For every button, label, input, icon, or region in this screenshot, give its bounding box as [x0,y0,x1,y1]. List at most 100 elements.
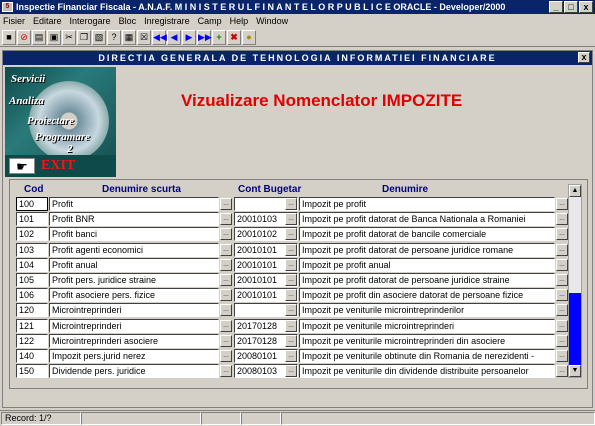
list-of-values-button[interactable]: … [556,365,568,378]
menu-bloc[interactable]: Bloc [119,16,137,26]
cod-field[interactable]: 103 [16,242,48,257]
denumire-field[interactable]: Impozit pe veniturile obtinute din Roman… [299,349,555,363]
list-of-values-button[interactable]: … [556,350,568,362]
denumire-scurta-field[interactable]: Dividende pers. juridice [49,364,219,379]
list-of-values-button[interactable]: … [285,334,297,347]
denumire-field[interactable]: Impozit pe veniturile microintreprinderi… [299,333,555,348]
menu-camp[interactable]: Camp [198,16,222,26]
menu-interogare[interactable]: Interogare [70,16,111,26]
denumire-field[interactable]: Impozit pe veniturile microintreprinderi… [299,303,555,318]
denumire-scurta-field[interactable]: Profit BNR [49,212,219,227]
list-of-values-button[interactable]: … [220,213,232,226]
list-of-values-button[interactable]: … [220,304,232,317]
insert-record-icon[interactable]: + [212,30,226,45]
save-icon[interactable]: ■ [2,30,16,45]
list-of-values-button[interactable]: … [556,198,568,210]
scroll-up-arrow-icon[interactable]: ▲ [569,185,581,197]
list-of-values-button[interactable]: … [285,274,297,286]
next-record-icon[interactable]: ▶ [182,30,196,45]
list-of-values-button[interactable]: … [220,350,232,362]
scroll-thumb[interactable] [569,293,581,365]
menu-help[interactable]: Help [230,16,249,26]
denumire-field[interactable]: Impozit pe veniturile din dividende dist… [299,364,555,379]
list-of-values-button[interactable]: … [285,228,297,241]
list-of-values-button[interactable]: … [285,350,297,362]
denumire-scurta-field[interactable]: Impozit pers.jurid nerez [49,349,219,363]
list-of-values-button[interactable]: … [220,319,232,332]
menu-editare[interactable]: Editare [33,16,62,26]
cod-field[interactable]: 105 [16,273,48,287]
list-of-values-button[interactable]: … [285,304,297,317]
denumire-field[interactable]: Impozit pe profit anual [299,257,555,272]
cod-field[interactable]: 106 [16,288,48,303]
list-of-values-button[interactable]: … [220,228,232,241]
list-of-values-button[interactable]: … [556,228,568,241]
denumire-scurta-field[interactable]: Microintreprinderi asociere [49,333,219,348]
list-of-values-button[interactable]: … [220,365,232,378]
cod-field[interactable]: 122 [16,333,48,348]
denumire-scurta-field[interactable]: Profit asociere pers. fizice [49,288,219,303]
paste-icon[interactable]: ▧ [92,30,106,45]
list-of-values-button[interactable]: … [556,243,568,256]
last-record-icon[interactable]: ▶▶ [197,30,212,45]
list-of-values-button[interactable]: … [556,334,568,347]
denumire-field[interactable]: Impozit pe profit datorat de persoane ju… [299,273,555,287]
cancel-query-icon[interactable]: ☒ [137,30,151,45]
list-of-values-button[interactable]: … [556,289,568,302]
print-icon[interactable]: ▤ [32,30,46,45]
scroll-down-arrow-icon[interactable]: ▼ [569,365,581,377]
denumire-field[interactable]: Impozit pe profit [299,197,555,211]
cod-field[interactable]: 150 [16,364,48,379]
list-of-values-button[interactable]: … [556,258,568,271]
list-of-values-button[interactable]: … [220,274,232,286]
menu-window[interactable]: Window [256,16,288,26]
list-of-values-button[interactable]: … [220,243,232,256]
close-button[interactable]: x [579,1,593,13]
denumire-field[interactable]: Impozit pe veniturile microintreprinderi [299,318,555,333]
list-of-values-button[interactable]: … [220,198,232,210]
denumire-scurta-field[interactable]: Microintreprinderi [49,318,219,333]
cut-icon[interactable]: ✂ [62,30,76,45]
cod-field[interactable]: 120 [16,303,48,318]
list-of-values-button[interactable]: … [556,319,568,332]
menu-fisier[interactable]: Fisier [3,16,25,26]
cod-field[interactable]: 102 [16,227,48,242]
execute-query-icon[interactable]: ▦ [122,30,136,45]
cod-field[interactable]: 104 [16,257,48,272]
query-icon[interactable]: ? [107,30,121,45]
previous-record-icon[interactable]: ◀ [167,30,181,45]
cod-field[interactable]: 101 [16,212,48,227]
list-of-values-button[interactable]: … [220,289,232,302]
denumire-scurta-field[interactable]: Profit banci [49,227,219,242]
list-of-values-button[interactable]: … [220,334,232,347]
list-of-values-button[interactable]: … [556,304,568,317]
list-of-values-button[interactable]: … [285,319,297,332]
stop-icon[interactable]: ⊘ [17,30,31,45]
denumire-scurta-field[interactable]: Profit [49,197,219,211]
denumire-scurta-field[interactable]: Microintreprinderi [49,303,219,318]
list-of-values-button[interactable]: … [285,243,297,256]
denumire-field[interactable]: Impozit pe profit datorat de bancile com… [299,227,555,242]
cod-field[interactable]: 140 [16,349,48,363]
form-close-button[interactable]: x [578,52,590,63]
cod-field[interactable]: 100 [16,197,48,211]
list-of-values-button[interactable]: … [556,274,568,286]
vertical-scrollbar[interactable]: ▲ ▼ [568,184,582,378]
list-of-values-button[interactable]: … [285,258,297,271]
list-of-values-button[interactable]: … [220,258,232,271]
menu-inregistrare[interactable]: Inregistrare [144,16,190,26]
denumire-field[interactable]: Impozit pe profit datorat de Banca Natio… [299,212,555,227]
print-preview-icon[interactable]: ▣ [47,30,61,45]
denumire-scurta-field[interactable]: Profit agenti economici [49,242,219,257]
list-of-values-button[interactable]: … [285,213,297,226]
maximize-button[interactable]: □ [564,1,578,13]
denumire-field[interactable]: Impozit pe profit din asociere datorat d… [299,288,555,303]
delete-record-icon[interactable]: ✖ [227,30,241,45]
list-of-values-button[interactable]: … [285,198,297,210]
list-of-values-button[interactable]: … [285,365,297,378]
list-of-values-button[interactable]: … [556,213,568,226]
copy-icon[interactable]: ❐ [77,30,91,45]
denumire-scurta-field[interactable]: Profit anual [49,257,219,272]
denumire-scurta-field[interactable]: Profit pers. juridice straine [49,273,219,287]
denumire-field[interactable]: Impozit pe profit datorat de persoane ju… [299,242,555,257]
